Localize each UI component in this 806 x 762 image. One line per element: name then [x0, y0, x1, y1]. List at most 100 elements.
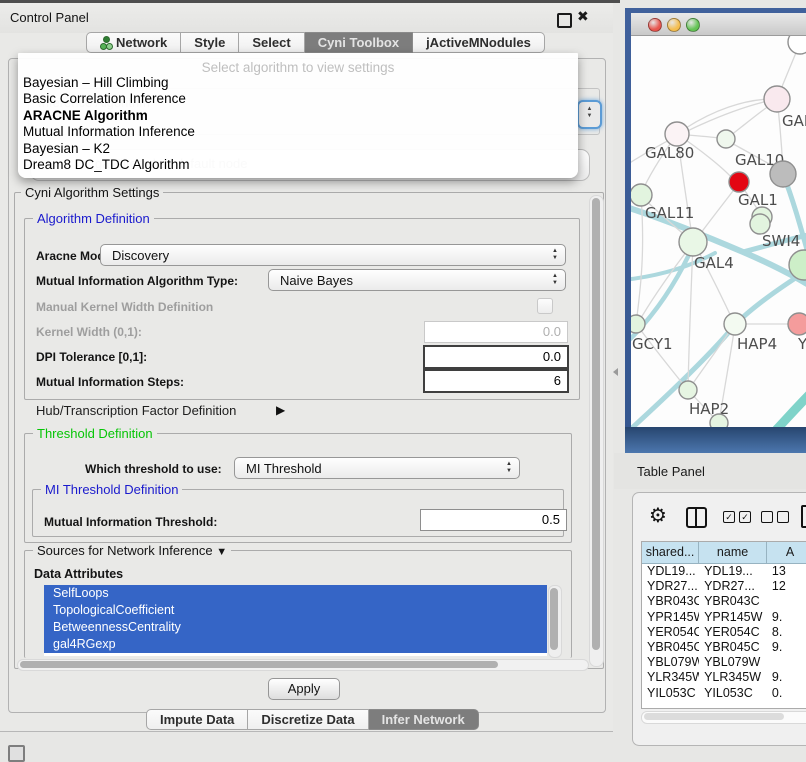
table-row[interactable]: YER054CYER054C8. — [642, 625, 806, 640]
node-label: GAL80 — [645, 144, 694, 162]
table-horizontal-scrollbar[interactable] — [641, 711, 806, 724]
which-threshold-combo[interactable]: MI Threshold ▲▼ — [234, 457, 520, 479]
bottom-tab-infer-network[interactable]: Infer Network — [369, 709, 479, 730]
column-header-a[interactable]: A — [767, 542, 806, 563]
data-attribute-item[interactable]: BetweennessCentrality — [44, 619, 547, 636]
table-cell: YLR345W — [699, 670, 767, 685]
mi-threshold-field[interactable]: 0.5 — [420, 509, 567, 531]
network-node[interactable] — [788, 36, 806, 54]
tab-style[interactable]: Style — [181, 32, 239, 53]
manual-kernel-width-checkbox[interactable] — [537, 298, 553, 314]
network-node-gcy1[interactable] — [631, 315, 645, 333]
network-canvas[interactable]: GALGAL80GAL10GAL1GAL11SWI4GAL4GCY1HAP4YH… — [631, 36, 806, 427]
zoom-traffic-icon[interactable] — [686, 18, 700, 32]
combo-arrows-icon: ▲▼ — [506, 461, 512, 475]
table-cell: 9. — [767, 610, 806, 625]
table-row[interactable]: YBL079WYBL079W — [642, 655, 806, 670]
table-cell: YDR27... — [642, 579, 699, 594]
settings-horizontal-scrollbar[interactable] — [17, 659, 589, 671]
tab-network[interactable]: Network — [86, 32, 181, 53]
close-traffic-icon[interactable] — [648, 18, 662, 32]
minimize-traffic-icon[interactable] — [667, 18, 681, 32]
bottom-tab-discretize-data[interactable]: Discretize Data — [248, 709, 368, 730]
data-attribute-item[interactable]: gal4RGexp — [44, 636, 547, 653]
scrollbar-thumb[interactable] — [20, 661, 498, 668]
gear-icon[interactable]: ⚙ — [649, 506, 667, 526]
network-node-swi4[interactable] — [750, 214, 770, 234]
data-attributes-list[interactable]: SelfLoopsTopologicalCoefficientBetweenne… — [44, 585, 547, 656]
network-node[interactable] — [729, 172, 749, 192]
column-header-name[interactable]: name — [699, 542, 767, 563]
algorithm-option[interactable]: Bayesian – K2 — [18, 141, 578, 157]
mi-algorithm-type-combo[interactable]: Naive Bayes ▲▼ — [268, 269, 566, 291]
checked-checkbox-icon[interactable]: ✓ — [723, 511, 735, 523]
data-attribute-item[interactable]: SelfLoops — [44, 585, 547, 602]
table-row[interactable]: YPR145WYPR145W9. — [642, 610, 806, 625]
node-table[interactable]: shared...nameA YDL19...YDL19...13YDR27..… — [641, 541, 806, 709]
network-node-gal[interactable] — [764, 86, 790, 112]
network-node-hap4[interactable] — [724, 313, 746, 335]
network-node-y[interactable] — [788, 313, 806, 335]
minimized-panel-icon[interactable] — [8, 745, 25, 762]
table-row[interactable]: YIL053CYIL053C0. — [642, 686, 806, 701]
mi-steps-field[interactable]: 6 — [423, 369, 569, 393]
table-row[interactable]: YBR045CYBR045C9. — [642, 640, 806, 655]
algorithm-option[interactable]: ARACNE Algorithm — [18, 108, 578, 124]
bottom-tab-impute-data[interactable]: Impute Data — [146, 709, 248, 730]
combo-arrows-icon: ▲▼ — [552, 273, 558, 287]
aracne-mode-combo[interactable]: Discovery ▲▼ — [100, 244, 566, 266]
unchecked-checkbox-icon[interactable] — [777, 511, 789, 523]
float-window-icon[interactable] — [557, 13, 572, 28]
tab-jactivemnodules[interactable]: jActiveMNodules — [413, 32, 545, 53]
network-edge[interactable] — [689, 325, 734, 389]
table-cell: 12 — [767, 579, 806, 594]
ghost-focused-combo-button[interactable]: ▲▼ — [577, 100, 602, 129]
close-icon[interactable]: ✖ — [577, 8, 589, 25]
dpi-tolerance-field[interactable]: 0.0 — [423, 345, 569, 369]
network-graph[interactable]: GALGAL80GAL10GAL1GAL11SWI4GAL4GCY1HAP4YH… — [631, 36, 806, 427]
tab-cyni-toolbox[interactable]: Cyni Toolbox — [305, 32, 413, 53]
column-header-shared-[interactable]: shared... — [642, 542, 699, 563]
network-edge[interactable] — [638, 243, 693, 323]
table-row[interactable]: YDL19...YDL19...13 — [642, 564, 806, 579]
network-node[interactable] — [770, 161, 796, 187]
tab-select[interactable]: Select — [239, 32, 304, 53]
collapse-arrow-icon[interactable]: ▼ — [216, 546, 227, 558]
algorithm-option[interactable]: Mutual Information Inference — [18, 124, 578, 140]
table-row[interactable]: YBR043CYBR043C — [642, 594, 806, 609]
scrollbar-thumb[interactable] — [592, 198, 600, 650]
data-attribute-item[interactable]: TopologicalCoefficient — [44, 602, 547, 619]
columns-icon[interactable] — [686, 507, 707, 528]
settings-vertical-scrollbar[interactable] — [589, 195, 604, 667]
algorithm-option[interactable]: Bayesian – Hill Climbing — [18, 75, 578, 91]
node-label: GAL — [782, 112, 806, 130]
algorithm-option[interactable]: Basic Correlation Inference — [18, 91, 578, 107]
table-body: YDL19...YDL19...13YDR27...YDR27...12YBR0… — [642, 564, 806, 701]
expand-arrow-icon[interactable]: ▶ — [276, 403, 285, 417]
table-row[interactable]: YLR345WYLR345W9. — [642, 670, 806, 685]
network-node-gal80[interactable] — [665, 122, 689, 146]
network-node-hap2[interactable] — [679, 381, 697, 399]
network-node-gal11[interactable] — [631, 184, 652, 206]
network-node-gal10[interactable] — [717, 130, 735, 148]
checked-checkbox-icon[interactable]: ✓ — [739, 511, 751, 523]
scrollbar-thumb[interactable] — [644, 713, 784, 720]
table-row[interactable]: YDR27...YDR27...12 — [642, 579, 806, 594]
attributes-vertical-scrollbar[interactable] — [548, 585, 562, 658]
scrollbar-thumb[interactable] — [550, 588, 558, 650]
tab-label: Style — [194, 33, 225, 53]
network-edge[interactable] — [636, 196, 643, 324]
document-icon[interactable] — [801, 505, 806, 528]
splitter-collapse-icon[interactable] — [613, 368, 618, 376]
table-cell: YER054C — [642, 625, 699, 640]
apply-button[interactable]: Apply — [268, 678, 340, 700]
node-label: HAP4 — [737, 335, 777, 353]
algorithm-option[interactable]: Dream8 DC_TDC Algorithm — [18, 157, 578, 173]
network-edge[interactable] — [777, 381, 806, 427]
network-window-titlebar[interactable] — [631, 13, 806, 36]
network-node-gal4[interactable] — [679, 228, 707, 256]
unchecked-checkbox-icon[interactable] — [761, 511, 773, 523]
network-node[interactable] — [710, 414, 728, 427]
kernel-width-field[interactable]: 0.0 — [424, 321, 568, 343]
aracne-mode-value: Discovery — [112, 248, 169, 263]
